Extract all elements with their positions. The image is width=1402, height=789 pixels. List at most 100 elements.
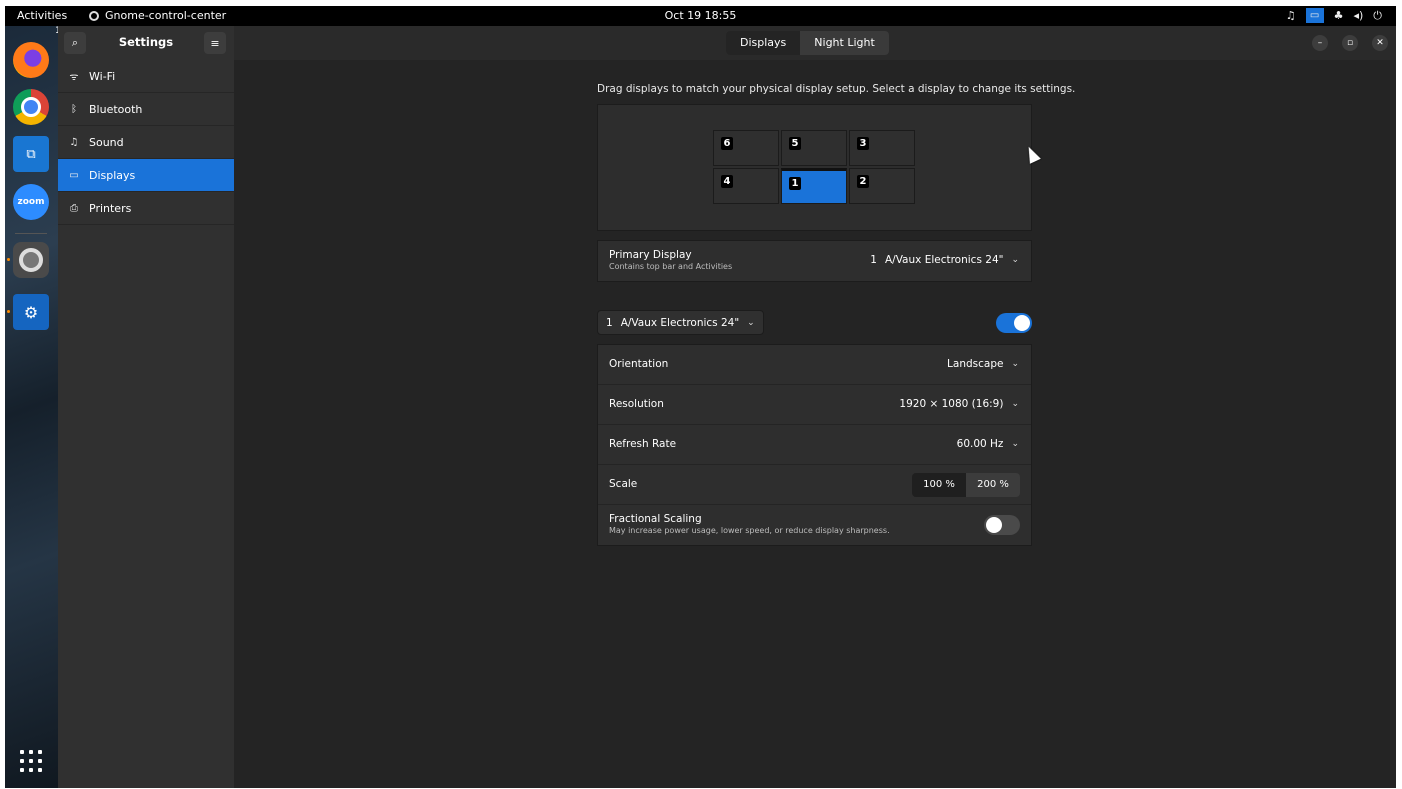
chrome-icon[interactable]	[13, 89, 49, 125]
sidebar-item-bluetooth[interactable]: ᛒ Bluetooth	[58, 93, 234, 126]
monitor-icon: ▭	[69, 169, 79, 181]
scale-row: Scale 100 % 200 %	[598, 465, 1031, 505]
tab-night-light[interactable]: Night Light	[800, 31, 889, 55]
monitor-1[interactable]: 1	[781, 168, 847, 204]
dock: 1 ⧉ zoom ⚙	[5, 26, 61, 788]
minimize-icon: –	[1317, 38, 1323, 48]
monitor-number: 5	[789, 137, 801, 150]
refresh-rate-dropdown[interactable]: 60.00 Hz ⌄	[957, 438, 1019, 450]
remmina-icon[interactable]: ⧉	[13, 136, 49, 172]
scale-100-button[interactable]: 100 %	[912, 473, 966, 497]
sidebar-item-displays[interactable]: ▭ Displays	[58, 159, 234, 192]
display-settings-card: Orientation Landscape ⌄ Resolution 1920 …	[597, 344, 1032, 546]
chevron-down-icon: ⌄	[1011, 359, 1019, 369]
printer-icon: ⎙	[70, 202, 78, 214]
monitor-number: 6	[721, 137, 733, 150]
tab-displays[interactable]: Displays	[726, 31, 801, 55]
monitor-4[interactable]: 4	[713, 168, 779, 204]
monitor-3[interactable]: 3	[849, 130, 915, 166]
running-indicator	[7, 258, 10, 261]
firefox-icon[interactable]	[13, 42, 49, 78]
monitor-number: 4	[721, 175, 733, 188]
header-bar: Displays Night Light – ▫ ✕	[234, 26, 1396, 60]
settings-sidebar: ⌕ Settings ≡ ᯤ Wi-Fi ᛒ Bluetooth ♫ Sound…	[58, 26, 234, 788]
monitor-number: 3	[857, 137, 869, 150]
settings-icon[interactable]	[13, 242, 49, 278]
sidebar-item-label: Printers	[89, 201, 132, 215]
monitor-selector-name: A/Vaux Electronics 24"	[620, 316, 740, 329]
primary-display-name: A/Vaux Electronics 24"	[884, 254, 1004, 266]
display-arrangement: 6 5 3 4 1 2	[597, 104, 1032, 231]
orientation-value: Landscape	[947, 358, 1004, 370]
screen-share-icon[interactable]: ▭	[1305, 8, 1324, 23]
close-button[interactable]: ✕	[1372, 35, 1388, 51]
music-note-icon: ♫	[69, 136, 79, 148]
chevron-down-icon: ⌄	[1011, 399, 1019, 409]
chevron-down-icon: ⌄	[1011, 439, 1019, 449]
monitor-6[interactable]: 6	[713, 130, 779, 166]
primary-display-title: Primary Display	[609, 249, 692, 261]
maximize-icon: ▫	[1346, 38, 1354, 48]
resolution-dropdown[interactable]: 1920 × 1080 (16:9) ⌄	[899, 398, 1019, 410]
show-apps-icon[interactable]	[20, 750, 42, 772]
primary-display-dropdown[interactable]: 1 A/Vaux Electronics 24" ⌄	[870, 254, 1019, 266]
volume-icon[interactable]: ◂)	[1353, 9, 1363, 22]
monitor-enabled-toggle[interactable]	[996, 313, 1032, 333]
resolution-row[interactable]: Resolution 1920 × 1080 (16:9) ⌄	[598, 385, 1031, 425]
fractional-scaling-switch[interactable]	[984, 515, 1020, 535]
sidebar-item-printers[interactable]: ⎙ Printers	[58, 192, 234, 225]
maximize-button[interactable]: ▫	[1342, 35, 1358, 51]
sidebar-item-label: Sound	[89, 135, 124, 149]
power-icon[interactable]: ⏻	[1373, 9, 1382, 23]
resolution-value: 1920 × 1080 (16:9)	[899, 398, 1004, 410]
monitor-number: 2	[857, 175, 869, 188]
scale-toggle-group: 100 % 200 %	[912, 473, 1020, 497]
bell-icon[interactable]: ♫	[1286, 9, 1296, 22]
monitor-selector-number: 1	[606, 316, 613, 329]
monitor-selector[interactable]: 1 A/Vaux Electronics 24" ⌄	[597, 310, 764, 335]
menu-button[interactable]: ≡	[204, 32, 226, 54]
monitor-number: 1	[789, 177, 801, 190]
sidebar-item-label: Displays	[89, 168, 136, 182]
fractional-scaling-description: May increase power usage, lower speed, o…	[609, 526, 890, 535]
scale-label: Scale	[609, 478, 638, 490]
scale-200-button[interactable]: 200 %	[966, 473, 1020, 497]
clock[interactable]: Oct 19 18:55	[5, 9, 1396, 22]
primary-display-row[interactable]: Primary Display Contains top bar and Act…	[598, 241, 1031, 281]
sidebar-item-wifi[interactable]: ᯤ Wi-Fi	[58, 60, 234, 93]
gear-icon	[19, 248, 43, 272]
primary-display-card: Primary Display Contains top bar and Act…	[597, 240, 1032, 282]
wifi-icon: ᯤ	[69, 72, 79, 83]
chevron-down-icon: ⌄	[1011, 255, 1019, 265]
toggle-knob	[1014, 315, 1030, 331]
sidebar-item-label: Bluetooth	[89, 102, 143, 116]
sidebar-item-sound[interactable]: ♫ Sound	[58, 126, 234, 159]
fractional-scaling-row: Fractional Scaling May increase power us…	[598, 505, 1031, 545]
refresh-rate-value: 60.00 Hz	[956, 438, 1004, 450]
system-tray[interactable]: ♫ ▭ ♣ ◂) ⏻	[1286, 8, 1382, 23]
fractional-scaling-label: Fractional Scaling	[609, 513, 702, 525]
primary-display-subtitle: Contains top bar and Activities	[609, 262, 733, 271]
refresh-rate-row[interactable]: Refresh Rate 60.00 Hz ⌄	[598, 425, 1031, 465]
zoom-label: zoom	[17, 197, 45, 207]
view-switcher: Displays Night Light	[726, 31, 889, 55]
orientation-row[interactable]: Orientation Landscape ⌄	[598, 345, 1031, 385]
monitor-5[interactable]: 5	[781, 130, 847, 166]
minimize-button[interactable]: –	[1312, 35, 1328, 51]
sidebar-item-label: Wi-Fi	[89, 69, 116, 83]
arrangement-hint: Drag displays to match your physical dis…	[597, 83, 1076, 95]
network-icon[interactable]: ♣	[1334, 9, 1344, 22]
hamburger-icon: ≡	[210, 36, 220, 50]
close-icon: ✕	[1376, 38, 1384, 48]
displays-panel: Drag displays to match your physical dis…	[234, 60, 1396, 788]
chevron-down-icon: ⌄	[747, 317, 755, 328]
zoom-icon[interactable]: zoom	[13, 184, 49, 220]
tweaks-icon[interactable]: ⚙	[13, 294, 49, 330]
monitor-2[interactable]: 2	[849, 168, 915, 204]
top-bar: Activities Gnome-control-center Oct 19 1…	[5, 6, 1396, 26]
orientation-dropdown[interactable]: Landscape ⌄	[947, 358, 1019, 370]
desktop-screen: Activities Gnome-control-center Oct 19 1…	[5, 6, 1396, 788]
orientation-label: Orientation	[609, 358, 669, 370]
toggle-knob	[986, 517, 1002, 533]
primary-display-number: 1	[870, 254, 877, 266]
